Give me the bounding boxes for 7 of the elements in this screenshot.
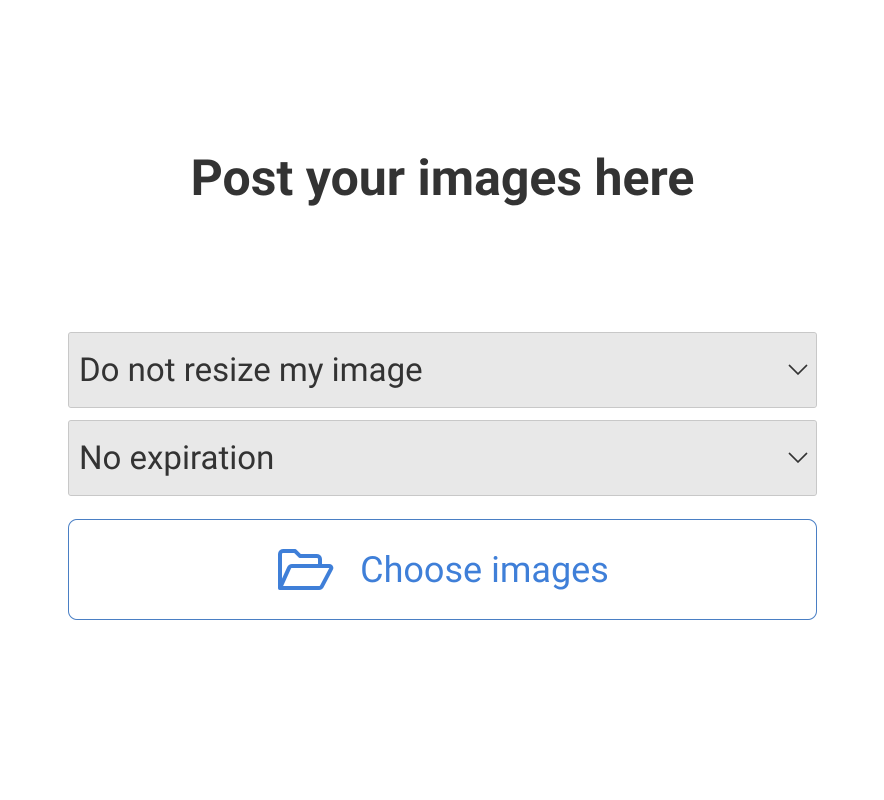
choose-images-button[interactable]: Choose images <box>68 519 817 620</box>
folder-icon <box>276 548 334 592</box>
dropdown-select[interactable]: No expiration <box>68 420 817 496</box>
dropdown-select[interactable]: Do not resize my image <box>68 332 817 408</box>
page-heading: Post your images here <box>190 149 694 210</box>
chevron-down-icon <box>788 364 808 376</box>
chevron-down-icon <box>788 452 808 464</box>
